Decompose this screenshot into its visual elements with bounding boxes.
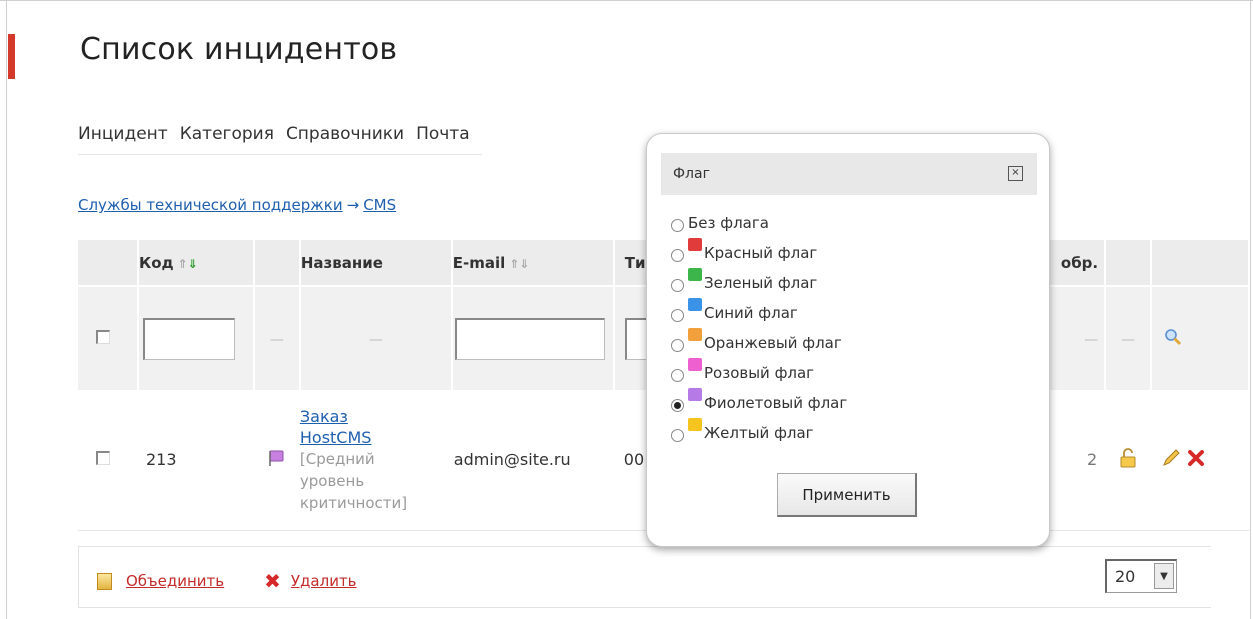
radio-red[interactable]: [671, 249, 684, 262]
frame-border-top: [0, 0, 1253, 1]
delete-x-icon: ✖: [264, 569, 281, 593]
code-filter-input[interactable]: [142, 317, 235, 360]
row-code: 213: [137, 390, 254, 531]
sort-arrows-icon[interactable]: ⇑⇓: [178, 257, 198, 271]
header-select: [78, 240, 139, 286]
criticality-label: [Средний уровень критичности]: [299, 449, 408, 512]
radio-none[interactable]: [671, 219, 684, 232]
menu-item-mail[interactable]: Почта: [416, 124, 470, 154]
breadcrumb-parent-link[interactable]: Службы технической поддержки: [78, 196, 343, 214]
incident-title-link[interactable]: Заказ HostCMS: [300, 407, 372, 447]
radio-pink[interactable]: [671, 369, 684, 382]
row-email: admin@site.ru: [451, 390, 614, 531]
menu-item-category[interactable]: Категория: [180, 124, 274, 154]
flag-option-pink[interactable]: Розовый флаг: [671, 358, 814, 382]
violet-flag-icon[interactable]: [268, 449, 286, 467]
header-actions-2: [1151, 240, 1250, 286]
delete-icon[interactable]: [1186, 448, 1206, 468]
flag-popup-header: Флаг ×: [661, 153, 1037, 195]
page-size-select[interactable]: 20 ▼: [1105, 559, 1177, 593]
close-icon[interactable]: ×: [1008, 166, 1023, 181]
merge-link[interactable]: Объединить: [126, 572, 224, 590]
menu-item-incident[interactable]: Инцидент: [78, 124, 168, 154]
header-flag: [253, 240, 301, 286]
header-code[interactable]: Код ⇑⇓: [137, 240, 255, 286]
sort-arrows-icon[interactable]: ⇑⇓: [509, 257, 529, 271]
page-title: Список инцидентов: [80, 32, 398, 67]
title-accent-bar: [8, 34, 15, 79]
header-email[interactable]: E-mail ⇑⇓: [451, 240, 615, 286]
radio-green[interactable]: [671, 279, 684, 292]
action-filter-placeholder: —: [1121, 332, 1136, 348]
page-size-value: 20: [1115, 567, 1136, 586]
flag-popup: Флаг × Без флага Красный флаг Зеленый фл…: [646, 133, 1050, 547]
header-actions-1: [1105, 240, 1153, 286]
radio-violet[interactable]: [671, 399, 684, 412]
violet-flag-icon: [688, 388, 702, 401]
search-icon[interactable]: [1164, 328, 1182, 346]
yellow-flag-icon: [688, 418, 702, 431]
pink-flag-icon: [688, 358, 702, 371]
breadcrumb-arrow: →: [346, 196, 360, 214]
flag-option-green[interactable]: Зеленый флаг: [671, 268, 817, 292]
apply-button[interactable]: Применить: [777, 473, 917, 517]
top-menu: Инцидент Категория Справочники Почта: [78, 124, 482, 155]
flag-option-blue[interactable]: Синий флаг: [671, 298, 798, 322]
row-checkbox[interactable]: [96, 451, 110, 466]
breadcrumb-current-link[interactable]: CMS: [363, 196, 396, 214]
breadcrumb: Службы технической поддержки → CMS: [78, 196, 396, 214]
frame-border-left: [6, 0, 7, 619]
delete-link[interactable]: Удалить: [291, 572, 357, 590]
radio-orange[interactable]: [671, 339, 684, 352]
flag-popup-title: Флаг: [673, 166, 710, 182]
flag-option-violet[interactable]: Фиолетовый флаг: [671, 388, 847, 412]
select-all-checkbox[interactable]: [96, 330, 110, 344]
frame-border-right: [1250, 0, 1251, 619]
email-filter-input[interactable]: [454, 317, 605, 360]
red-flag-icon: [688, 238, 702, 251]
radio-blue[interactable]: [671, 309, 684, 322]
menu-item-references[interactable]: Справочники: [286, 124, 404, 154]
name-filter-placeholder: —: [368, 332, 383, 348]
flag-option-orange[interactable]: Оранжевый флаг: [671, 328, 842, 352]
table-footer: Объединить ✖ Удалить 20 ▼: [78, 546, 1211, 608]
flag-filter-placeholder: —: [269, 332, 284, 348]
unlock-icon[interactable]: [1119, 447, 1137, 468]
flag-option-yellow[interactable]: Желтый флаг: [671, 418, 814, 442]
merge-icon: [97, 572, 112, 590]
green-flag-icon: [688, 268, 702, 281]
header-name: Название: [299, 240, 453, 286]
edit-pencil-icon[interactable]: [1161, 448, 1181, 468]
flag-option-none[interactable]: Без флага: [671, 214, 769, 232]
blue-flag-icon: [688, 298, 702, 311]
flag-option-red[interactable]: Красный флаг: [671, 238, 817, 262]
orange-flag-icon: [688, 328, 702, 341]
date-filter-placeholder: —: [1084, 332, 1099, 348]
chevron-down-icon[interactable]: ▼: [1154, 563, 1174, 589]
radio-yellow[interactable]: [671, 429, 684, 442]
